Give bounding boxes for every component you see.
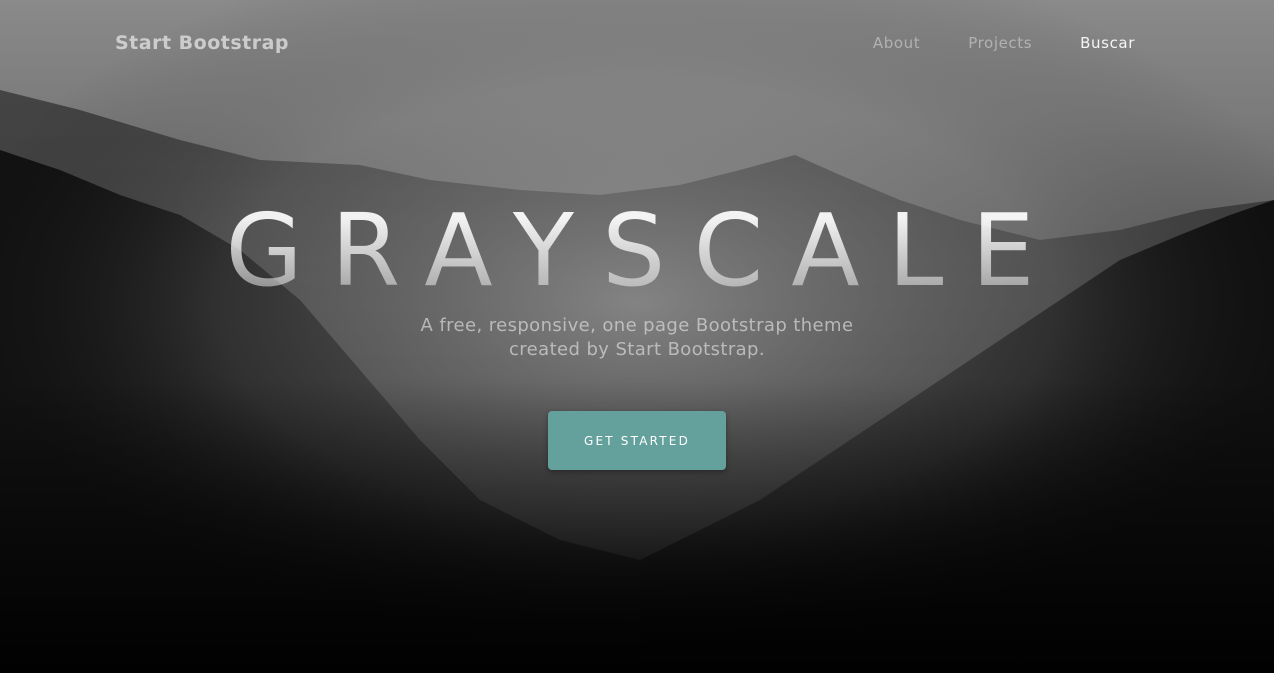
nav-link-buscar[interactable]: Buscar xyxy=(1080,34,1135,52)
masthead: Start Bootstrap About Projects Buscar GR… xyxy=(0,0,1274,673)
brand-link[interactable]: Start Bootstrap xyxy=(115,32,289,54)
get-started-button[interactable]: GET STARTED xyxy=(548,411,726,470)
nav-links: About Projects Buscar xyxy=(873,34,1135,52)
navbar: Start Bootstrap About Projects Buscar xyxy=(0,0,1274,88)
nav-link-projects[interactable]: Projects xyxy=(968,34,1032,52)
hero-subtitle: A free, responsive, one page Bootstrap t… xyxy=(420,315,854,360)
nav-link-about[interactable]: About xyxy=(873,34,920,52)
hero-title: GRAYSCALE xyxy=(0,196,1274,306)
